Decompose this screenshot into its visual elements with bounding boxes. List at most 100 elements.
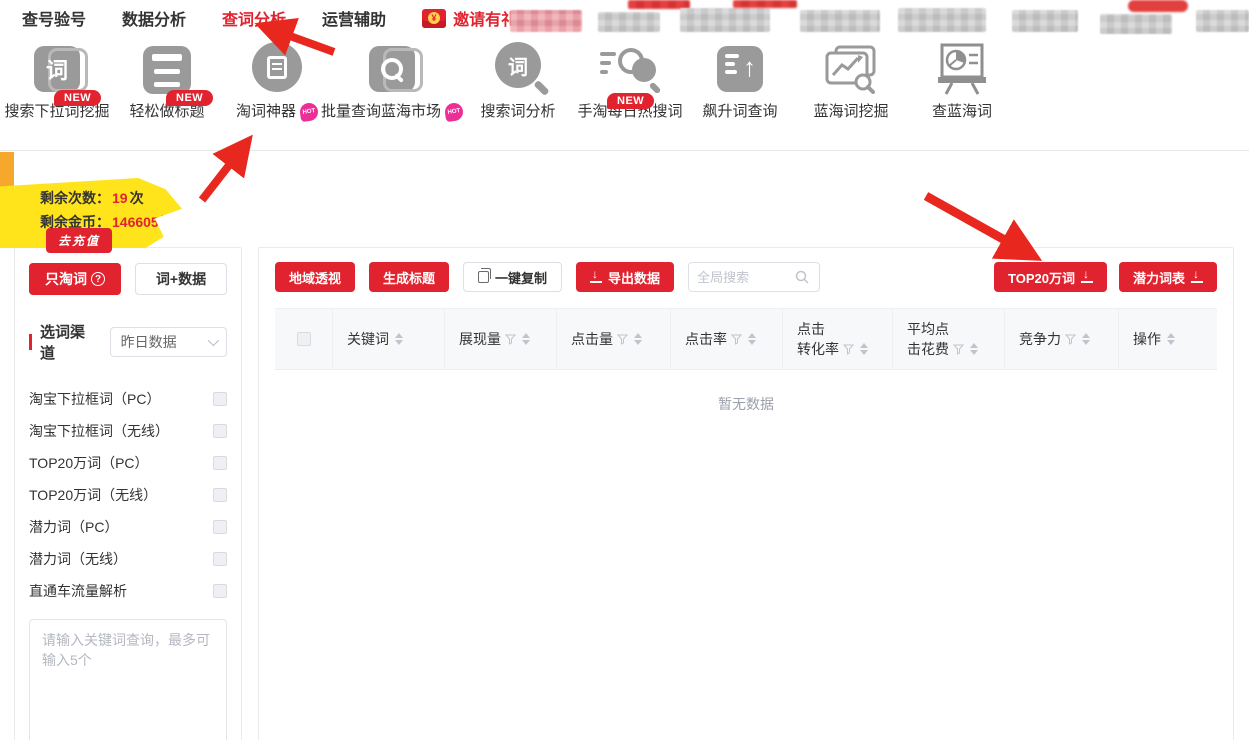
- tool-search-dropdown-mining[interactable]: 词 NEW 搜索下拉词挖掘: [2, 38, 112, 121]
- option-taobao-dropdown-wireless[interactable]: 淘宝下拉框词（无线）: [29, 415, 227, 447]
- rising-list-icon: ↑: [717, 46, 763, 92]
- checkbox[interactable]: [213, 552, 227, 566]
- blurred-nav-item: [1196, 10, 1249, 32]
- region-view-button[interactable]: 地域透视: [275, 262, 355, 292]
- filter-icon[interactable]: [1065, 334, 1076, 345]
- chevron-down-icon: [208, 335, 219, 346]
- option-top20-wireless[interactable]: TOP20万词（无线）: [29, 479, 227, 511]
- nav-item-operation-assist[interactable]: 运营辅助: [322, 6, 386, 30]
- tool-taoci-tool[interactable]: 淘词神器HOT: [222, 38, 332, 121]
- title-doc-icon: [143, 46, 191, 94]
- speed-search-icon: [600, 46, 660, 96]
- filter-icon[interactable]: [843, 344, 854, 355]
- column-actions[interactable]: 操作: [1119, 309, 1217, 369]
- sort-icon[interactable]: [522, 333, 530, 345]
- column-keyword[interactable]: 关键词: [333, 309, 445, 369]
- download-icon: [1191, 271, 1203, 283]
- only-taoci-button[interactable]: 只淘词 ?: [29, 263, 121, 295]
- blurred-red-pill: [1128, 0, 1188, 12]
- tool-blue-ocean-mining[interactable]: 蓝海词挖掘: [796, 38, 906, 121]
- word-plus-data-button[interactable]: 词+数据: [135, 263, 227, 295]
- option-taobao-dropdown-pc[interactable]: 淘宝下拉框词（PC）: [29, 383, 227, 415]
- tool-label: 淘词神器HOT: [222, 100, 332, 121]
- filter-icon[interactable]: [505, 334, 516, 345]
- checkbox[interactable]: [213, 488, 227, 502]
- option-potential-pc[interactable]: 潜力词（PC）: [29, 511, 227, 543]
- copy-icon: [478, 271, 489, 283]
- sort-icon[interactable]: [748, 333, 756, 345]
- one-click-copy-button[interactable]: 一键复制: [463, 262, 562, 292]
- new-badge: NEW: [166, 90, 213, 106]
- potential-list-download-button[interactable]: 潜力词表: [1119, 262, 1217, 292]
- checkbox[interactable]: [213, 424, 227, 438]
- tool-label: 搜索词分析: [463, 100, 573, 121]
- keyword-input-textarea[interactable]: [29, 619, 227, 740]
- filter-icon[interactable]: [731, 334, 742, 345]
- nav-item-invite[interactable]: ¥ 邀请有礼: [422, 6, 517, 30]
- tool-rising-words[interactable]: ↑ 飙升词查询: [685, 38, 795, 121]
- blurred-nav-item: [598, 12, 660, 32]
- checkbox[interactable]: [213, 584, 227, 598]
- remaining-coins-value: 146605: [112, 214, 159, 230]
- export-data-button[interactable]: 导出数据: [576, 262, 674, 292]
- tool-batch-blue-ocean[interactable]: 批量查询蓝海市场HOT: [317, 38, 467, 121]
- tool-search-word-analysis[interactable]: 词 搜索词分析: [463, 38, 573, 121]
- sort-icon[interactable]: [970, 343, 978, 355]
- nav-item-word-analysis[interactable]: 查词分析: [222, 6, 286, 30]
- column-impressions[interactable]: 展现量: [445, 309, 557, 369]
- channel-select-value: 昨日数据: [121, 332, 177, 352]
- download-icon: [590, 271, 602, 283]
- tool-daily-hot-words[interactable]: NEW 手淘每日热搜词: [575, 38, 685, 121]
- checkbox[interactable]: [213, 392, 227, 406]
- nav-item-check-account[interactable]: 查号验号: [22, 6, 86, 30]
- column-avg-click-cost[interactable]: 平均点 击花费: [893, 309, 1005, 369]
- section-divider: [0, 150, 1249, 151]
- empty-state-text: 暂无数据: [259, 370, 1233, 444]
- sort-icon[interactable]: [1167, 333, 1175, 345]
- app-root: 查号验号 数据分析 查词分析 运营辅助 ¥ 邀请有礼 词 NEW 搜索下拉词挖掘…: [0, 0, 1249, 740]
- column-clicks[interactable]: 点击量: [557, 309, 671, 369]
- column-competitiveness[interactable]: 竞争力: [1005, 309, 1119, 369]
- download-icon: [1081, 271, 1093, 283]
- sort-icon[interactable]: [395, 333, 403, 345]
- checkbox[interactable]: [213, 520, 227, 534]
- blurred-nav-item: [1100, 14, 1172, 34]
- column-ctr[interactable]: 点击率: [671, 309, 783, 369]
- tool-easy-title[interactable]: NEW 轻松做标题: [112, 38, 222, 121]
- tool-label: 批量查询蓝海市场HOT: [317, 100, 467, 121]
- blurred-nav-item: [510, 10, 582, 32]
- remaining-times: 剩余次数：19次: [40, 188, 144, 208]
- red-envelope-icon: ¥: [422, 9, 446, 28]
- option-potential-wireless[interactable]: 潜力词（无线）: [29, 543, 227, 575]
- sort-icon[interactable]: [634, 333, 642, 345]
- search-square-icon: [369, 46, 415, 92]
- global-search-input[interactable]: [697, 270, 789, 285]
- pie-board-icon: [934, 42, 990, 96]
- word-source-options: 淘宝下拉框词（PC） 淘宝下拉框词（无线） TOP20万词（PC） TOP20万…: [29, 383, 227, 607]
- section-marker: [29, 334, 32, 350]
- tool-check-blue-ocean[interactable]: 查蓝海词: [907, 38, 1017, 121]
- new-badge: NEW: [54, 90, 101, 106]
- sort-icon[interactable]: [860, 343, 868, 355]
- tool-label: 蓝海词挖掘: [796, 100, 906, 121]
- option-top20-pc[interactable]: TOP20万词（PC）: [29, 447, 227, 479]
- generate-title-button[interactable]: 生成标题: [369, 262, 449, 292]
- new-badge: NEW: [607, 93, 654, 109]
- invite-label: 邀请有礼: [453, 6, 517, 30]
- results-panel: 地域透视 生成标题 一键复制 导出数据 TOP20万词: [258, 247, 1234, 740]
- channel-label: 选词渠道: [40, 321, 100, 363]
- checkbox[interactable]: [213, 456, 227, 470]
- column-conversion-rate[interactable]: 点击 转化率: [783, 309, 893, 369]
- remaining-times-value: 19: [112, 190, 128, 206]
- filter-icon[interactable]: [953, 344, 964, 355]
- filter-icon[interactable]: [617, 334, 628, 345]
- select-all-checkbox[interactable]: [297, 332, 311, 346]
- channel-select[interactable]: 昨日数据: [110, 327, 227, 357]
- chart-magnifier-icon: [822, 44, 880, 96]
- sort-icon[interactable]: [1082, 333, 1090, 345]
- option-zhitongche-traffic[interactable]: 直通车流量解析: [29, 575, 227, 607]
- recharge-button[interactable]: 去充值: [46, 228, 112, 253]
- search-icon: [795, 270, 809, 284]
- top20-download-button[interactable]: TOP20万词: [994, 262, 1107, 292]
- nav-item-data-analysis[interactable]: 数据分析: [122, 6, 186, 30]
